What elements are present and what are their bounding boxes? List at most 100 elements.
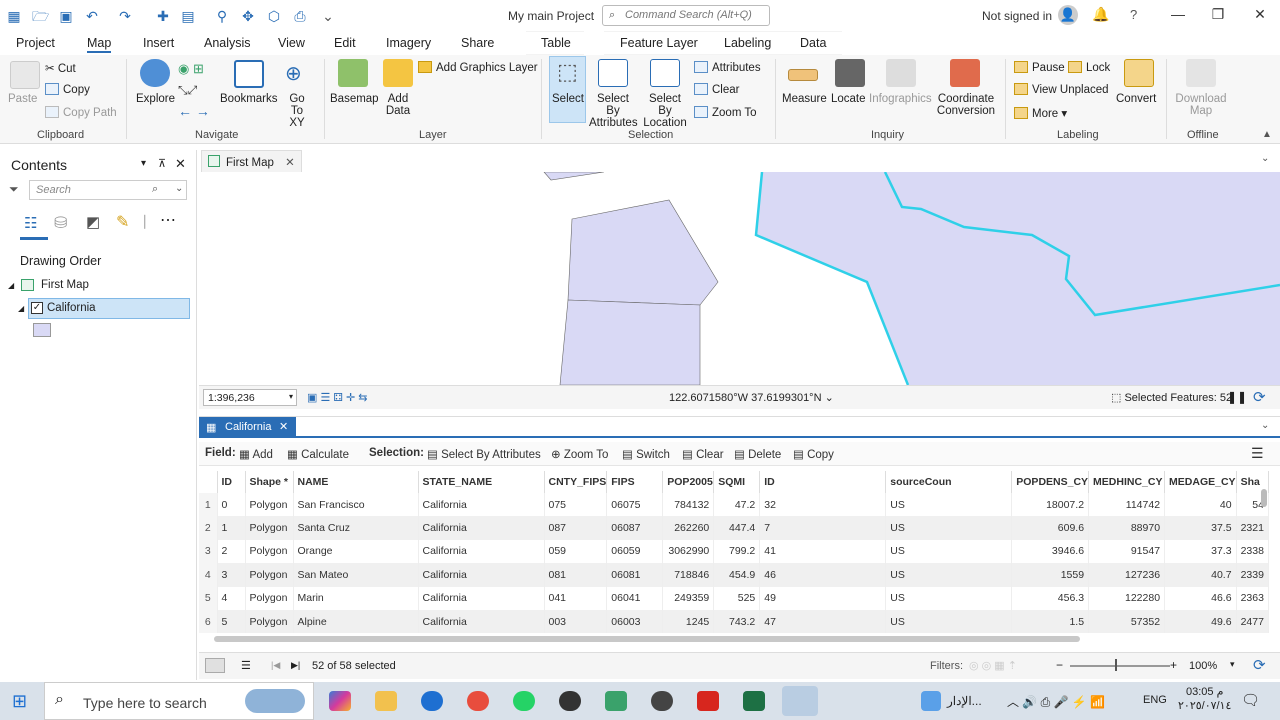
- binoculars-icon[interactable]: ⚲: [214, 8, 230, 24]
- chevron-down-icon[interactable]: ⌄: [1261, 153, 1269, 164]
- table-cell[interactable]: 47: [759, 609, 887, 634]
- table-cell[interactable]: 087: [544, 516, 608, 540]
- tab-project[interactable]: Project: [16, 36, 55, 50]
- signin-status[interactable]: Not signed in: [982, 9, 1052, 23]
- zoom-slider-track[interactable]: [1070, 665, 1170, 667]
- table-cell[interactable]: Polygon: [245, 609, 294, 634]
- coordinates-readout[interactable]: 122.6071580°W 37.6199301°N ⌄: [669, 391, 834, 404]
- select-by-attributes-button[interactable]: Select By Attributes: [589, 93, 638, 129]
- column-header[interactable]: ID: [217, 471, 246, 493]
- chevron-down-icon[interactable]: ⌄: [175, 183, 183, 194]
- selected-features-count[interactable]: ⬚ Selected Features: 52: [1111, 391, 1232, 404]
- table-cell[interactable]: 718846: [662, 563, 715, 587]
- county-polygon[interactable]: [543, 172, 605, 181]
- copy-path-button[interactable]: Copy Path: [45, 106, 117, 119]
- pause-drawing-icon[interactable]: ❚❚: [1227, 390, 1247, 404]
- app-icon[interactable]: [467, 691, 489, 711]
- chatgpt-icon[interactable]: [559, 691, 581, 711]
- close-table-tab-icon[interactable]: ✕: [279, 420, 288, 433]
- tab-labeling[interactable]: Labeling: [724, 36, 771, 50]
- chevron-down-icon[interactable]: ▾: [1230, 659, 1235, 670]
- arcgis-icon[interactable]: [605, 691, 627, 711]
- filter-icon[interactable]: ⏷: [9, 182, 19, 197]
- table-cell[interactable]: 06087: [606, 516, 664, 540]
- table-cell[interactable]: 456.3: [1011, 586, 1090, 610]
- table-cell[interactable]: California: [418, 516, 545, 540]
- table-cell[interactable]: US: [885, 493, 1013, 517]
- table-cell[interactable]: 0: [217, 493, 246, 517]
- table-tab[interactable]: ▦ California ✕: [199, 417, 296, 437]
- notification-bell-icon[interactable]: 🔔: [1092, 6, 1109, 23]
- table-cell[interactable]: 5: [217, 609, 246, 634]
- table-cell[interactable]: 46.6: [1164, 586, 1237, 610]
- taskbar-search-input[interactable]: ⌕ Type here to search: [44, 682, 314, 720]
- row-number[interactable]: 3: [199, 539, 218, 564]
- table-cell[interactable]: 91547: [1088, 539, 1166, 564]
- attributes-button[interactable]: Attributes: [694, 61, 761, 74]
- table-cell[interactable]: US: [885, 563, 1013, 587]
- pin-icon[interactable]: ⊼: [158, 157, 166, 170]
- save-icon[interactable]: ▣: [58, 8, 74, 24]
- tab-feature-layer[interactable]: Feature Layer: [620, 36, 698, 50]
- table-cell[interactable]: 784132: [662, 493, 715, 517]
- notifications-icon[interactable]: 🗨: [1241, 691, 1260, 709]
- command-search-input[interactable]: ⌕ Command Search (Alt+Q): [602, 5, 770, 26]
- view-unplaced-button[interactable]: View Unplaced: [1014, 83, 1109, 96]
- map-canvas[interactable]: [199, 172, 1280, 385]
- zoom-to-button[interactable]: ⊕ Zoom To: [551, 447, 608, 461]
- measure-button[interactable]: Measure: [782, 93, 827, 105]
- chevron-down-icon[interactable]: ⌄: [1261, 420, 1269, 431]
- column-header[interactable]: CNTY_FIPS: [544, 471, 608, 493]
- table-cell[interactable]: Polygon: [245, 539, 294, 564]
- table-cell[interactable]: 003: [544, 609, 608, 634]
- close-icon[interactable]: ✕: [1250, 6, 1270, 23]
- full-extent-icon[interactable]: ◉ ⊞: [178, 61, 204, 77]
- table-cell[interactable]: 2339: [1236, 563, 1269, 587]
- acrobat-icon[interactable]: [697, 691, 719, 711]
- table-cell[interactable]: Alpine: [293, 609, 419, 634]
- last-record-icon[interactable]: ▶|: [291, 660, 300, 671]
- table-row[interactable]: 3 2 Polygon Orange California 059 06059 3062990…: [199, 539, 1269, 564]
- add-graphics-layer-button[interactable]: Add Graphics Layer: [418, 61, 538, 74]
- table-cell[interactable]: 3946.6: [1011, 539, 1090, 564]
- expand-map-icon[interactable]: ◢: [8, 281, 14, 290]
- tab-insert[interactable]: Insert: [143, 36, 174, 50]
- row-number[interactable]: 6: [199, 609, 218, 634]
- column-header[interactable]: sourceCoun: [885, 471, 1013, 493]
- table-cell[interactable]: 18007.2: [1011, 493, 1090, 517]
- table-cell[interactable]: US: [885, 609, 1013, 634]
- tab-share[interactable]: Share: [461, 36, 494, 50]
- select-by-attributes-button[interactable]: ▤ Select By Attributes: [427, 447, 541, 461]
- calculate-button[interactable]: ▦ Calculate: [287, 447, 349, 461]
- table-cell[interactable]: California: [418, 563, 545, 587]
- explore-button[interactable]: Explore: [136, 93, 175, 105]
- paste-button[interactable]: Paste: [8, 93, 37, 105]
- table-cell[interactable]: 06003: [606, 609, 664, 634]
- customize-icon[interactable]: ⌄: [320, 8, 336, 24]
- table-cell[interactable]: 609.6: [1011, 516, 1090, 540]
- fixed-zoom-icon[interactable]: ⤡⤢: [178, 83, 197, 98]
- table-cell[interactable]: 059: [544, 539, 608, 564]
- previous-extent-icon[interactable]: ← →: [178, 103, 210, 119]
- table-cell[interactable]: Polygon: [245, 586, 294, 610]
- tab-table[interactable]: Table: [541, 36, 571, 50]
- contents-search-input[interactable]: Search ⌕ ⌄: [29, 180, 187, 200]
- filter-icons[interactable]: ◎ ◎ ▦ ⇡: [969, 659, 1017, 672]
- table-row[interactable]: 4 3 Polygon San Mateo California 081 06081 7188…: [199, 563, 1269, 587]
- tab-data[interactable]: Data: [800, 36, 826, 50]
- select-button[interactable]: Select: [552, 93, 584, 105]
- table-row[interactable]: 5 4 Polygon Marin California 041 06041 249359 52…: [199, 586, 1269, 610]
- clear-selection-button[interactable]: Clear: [694, 83, 739, 96]
- table-cell[interactable]: 06075: [606, 493, 664, 517]
- row-number[interactable]: 2: [199, 516, 218, 540]
- table-cell[interactable]: 525: [713, 586, 761, 610]
- tree-item-california[interactable]: ✓ California: [28, 298, 190, 319]
- excel-icon[interactable]: [743, 691, 765, 711]
- table-cell[interactable]: 3: [217, 563, 246, 587]
- tab-map[interactable]: Map: [87, 36, 112, 53]
- obs-icon[interactable]: [651, 691, 673, 711]
- table-menu-icon[interactable]: ☰: [1251, 445, 1264, 462]
- table-cell[interactable]: 46: [759, 563, 887, 587]
- horizontal-scrollbar[interactable]: [214, 636, 1080, 642]
- row-number[interactable]: 4: [199, 563, 218, 587]
